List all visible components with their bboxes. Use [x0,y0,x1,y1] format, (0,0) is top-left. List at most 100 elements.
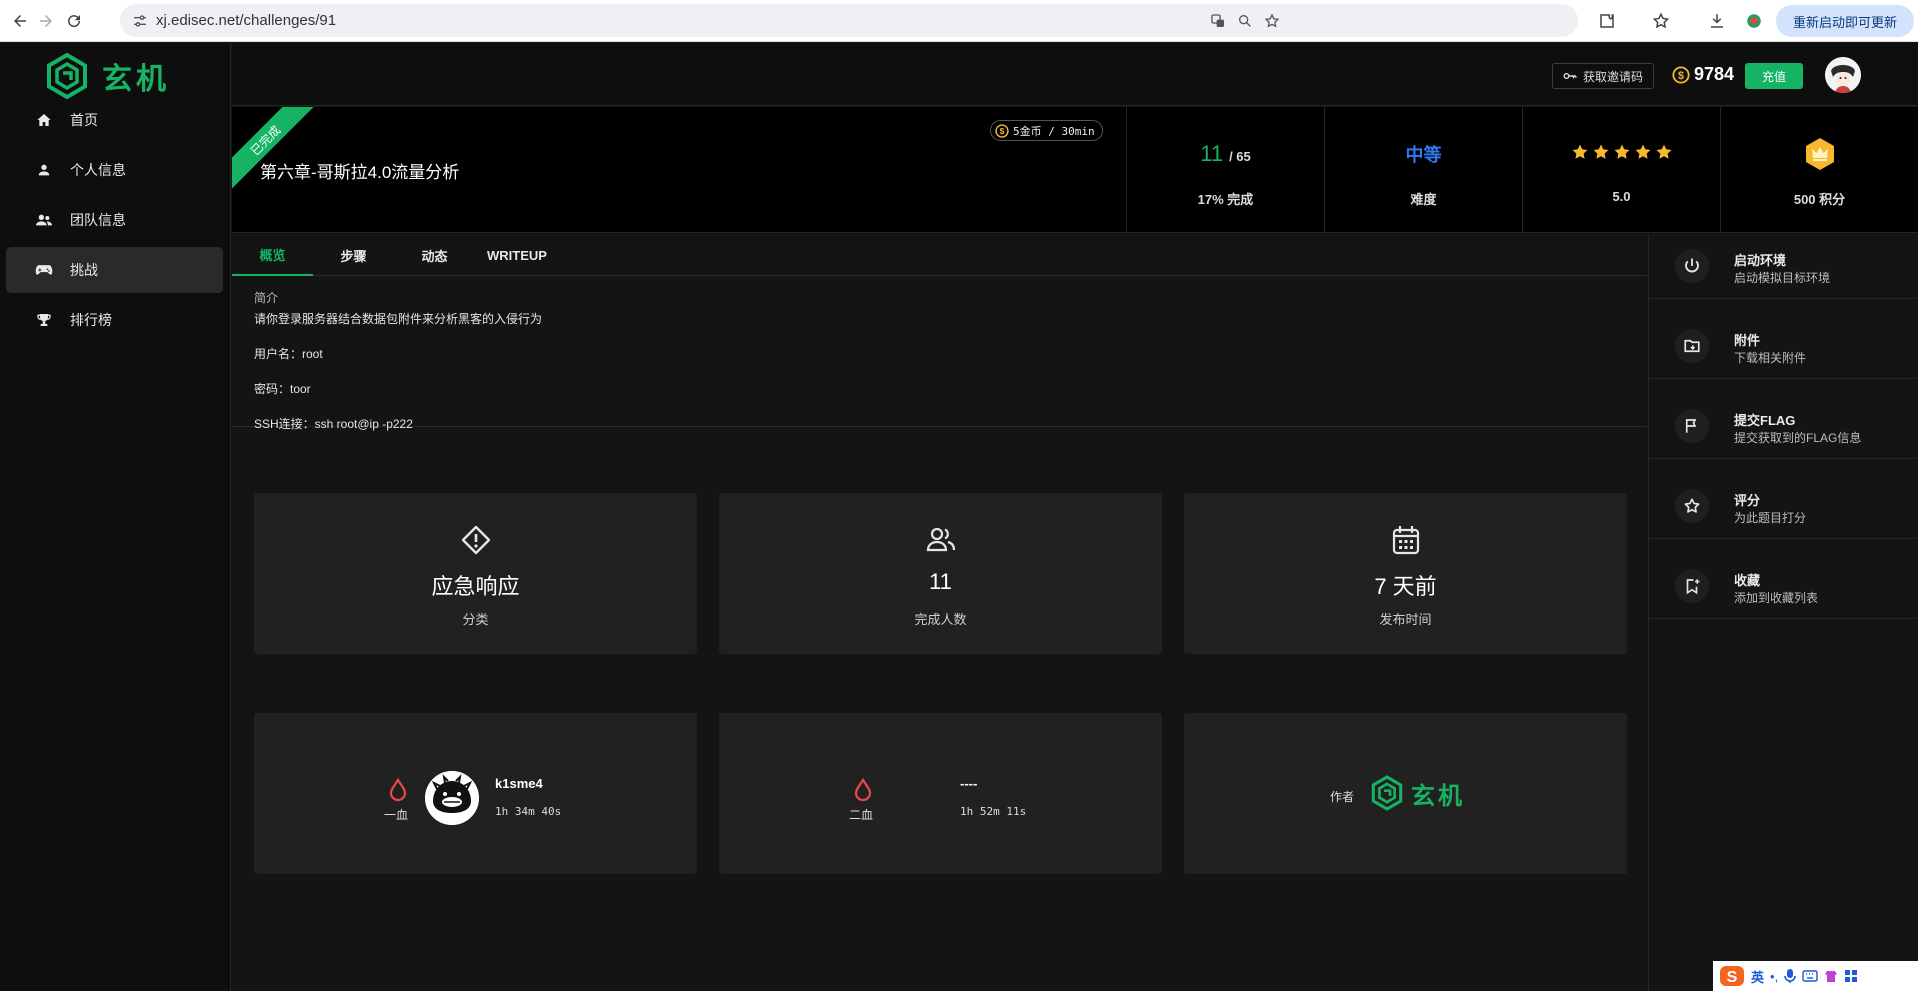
solvers-value: 11 [929,569,952,594]
published-label: 发布时间 [1379,612,1432,627]
rating-stat: 5.0 [1522,107,1720,233]
password-line: 密码：toor [254,382,311,396]
gamepad-icon [34,260,54,280]
first-blood-card: 一血 k1sme4 1h 34m 40s [254,713,697,874]
points-stat: 500 积分 [1720,107,1918,233]
difficulty-label: 难度 [1410,192,1437,207]
tab-activity[interactable]: 动态 [394,234,475,276]
site-info-icon[interactable] [130,11,150,31]
author-label: 作者 [1330,790,1355,804]
author-name: 玄机 [1411,782,1465,810]
tab-steps[interactable]: 步骤 [313,234,394,276]
solver-avatar[interactable] [425,771,479,825]
crown-badge-icon [1805,138,1834,170]
rating-star-icon [1656,144,1671,159]
ime-toolbar[interactable]: S 英 •, [1713,961,1918,991]
challenge-description: 简介 请你登录服务器结合数据包附件来分析黑客的入侵行为 用户名：root 密码：… [232,277,1647,431]
solvers-card: 11 完成人数 [719,493,1162,654]
description-heading: 简介 [254,291,279,305]
tab-writeup[interactable]: WRITEUP [475,234,559,276]
completed-count: 11 [1200,141,1224,166]
action-subtitle: 添加到收藏列表 [1734,591,1819,605]
favorite-action[interactable]: 收藏 添加到收藏列表 [1649,554,1918,619]
second-blood-label: 二血 [849,808,874,822]
category-value: 应急响应 [431,574,520,599]
forward-icon[interactable] [34,9,58,33]
description-line: 请你登录服务器结合数据包附件来分析黑客的入侵行为 [254,312,543,326]
first-blood-solver[interactable]: k1sme4 [495,776,543,791]
action-title: 附件 [1734,333,1761,348]
sidebar-item-label: 挑战 [70,262,98,278]
category-card: 应急响应 分类 [254,493,697,654]
total-count: / 65 [1229,149,1251,164]
attachment-action[interactable]: 附件 下载相关附件 [1649,314,1918,379]
sidebar-item-challenges[interactable]: 挑战 [6,247,223,293]
difficulty-stat: 中等 难度 [1324,107,1522,233]
start-environment-action[interactable]: 启动环境 启动模拟目标环境 [1649,234,1918,299]
recharge-button[interactable]: 充值 [1745,63,1803,89]
invite-code-button[interactable]: 获取邀请码 [1552,63,1654,89]
sidebar-item-team[interactable]: 团队信息 [6,197,223,243]
app: 玄机 首页 个人信息 团队信息 挑战 排行榜 获取邀请码 $ 9784 充值 已… [0,43,1918,991]
microphone-icon[interactable] [1784,968,1796,984]
svg-text:S: S [1727,969,1738,986]
blood-drop-icon [854,778,872,802]
action-title: 提交FLAG [1734,413,1796,428]
published-card: 7 天前 发布时间 [1184,493,1627,654]
coin-icon: $ [1672,66,1690,84]
sidebar-item-home[interactable]: 首页 [6,97,223,143]
action-title: 评分 [1734,493,1761,508]
ime-language[interactable]: 英 [1751,967,1764,986]
action-title: 启动环境 [1734,253,1787,268]
translate-icon[interactable] [1208,11,1228,31]
group-icon [34,210,54,230]
second-blood-solver: ---- [960,776,978,791]
author-logo[interactable]: 玄机 [1371,775,1465,811]
submit-flag-action[interactable]: 提交FLAG 提交获取到的FLAG信息 [1649,394,1918,459]
zoom-icon[interactable] [1235,11,1255,31]
update-button[interactable]: 重新启动即可更新 [1776,5,1914,37]
address-bar[interactable]: xj.edisec.net/challenges/91 [120,4,1578,37]
completed-ribbon: 已完成 [232,107,322,197]
cost-badge: $ 5金币 / 30min [990,120,1103,141]
sidebar-item-leaderboard[interactable]: 排行榜 [6,297,223,343]
rate-action[interactable]: 评分 为此题目打分 [1649,474,1918,539]
completion-stat: 11 / 65 17% 完成 [1126,107,1324,233]
rating-star-icon [1572,144,1587,159]
back-icon[interactable] [8,9,32,33]
svg-text:$: $ [1000,126,1005,136]
toolbox-icon[interactable] [1844,969,1858,983]
download-icon[interactable] [1706,10,1728,32]
home-icon [34,110,54,130]
logo[interactable]: 玄机 [46,53,170,99]
tab-overview[interactable]: 概览 [232,234,313,276]
person-icon [34,160,54,180]
bookmark-icon [1675,569,1709,603]
difficulty-value: 中等 [1405,145,1442,165]
avatar[interactable] [1825,57,1861,93]
bookmarks-icon[interactable] [1650,10,1672,32]
first-blood-time: 1h 34m 40s [495,805,562,818]
people-icon [719,526,1162,552]
reload-icon[interactable] [62,9,86,33]
author-card: 作者 玄机 [1184,713,1627,874]
skin-icon[interactable] [1824,969,1838,983]
sidebar-item-label: 团队信息 [70,212,126,228]
url-text[interactable]: xj.edisec.net/challenges/91 [156,12,336,29]
svg-text:$: $ [1678,70,1684,82]
punctuation-icon[interactable]: •, [1770,969,1778,984]
sidebar-item-label: 排行榜 [70,312,112,328]
first-blood-label: 一血 [384,808,409,822]
extensions-icon[interactable] [1596,10,1618,32]
keyboard-icon[interactable] [1802,970,1818,982]
challenge-title: 第六章-哥斯拉4.0流量分析 [260,163,460,182]
bookmark-star-icon[interactable] [1262,11,1282,31]
second-blood-time: 1h 52m 11s [960,805,1027,818]
challenge-banner: 已完成 第六章-哥斯拉4.0流量分析 $ 5金币 / 30min 11 / 65… [232,107,1918,233]
sidebar-item-profile[interactable]: 个人信息 [6,147,223,193]
rating-star-icon [1635,144,1650,159]
username-line: 用户名：root [254,347,323,361]
completion-label: 17% 完成 [1197,192,1254,207]
action-title: 收藏 [1734,573,1761,588]
profile-icon[interactable] [1743,10,1765,32]
